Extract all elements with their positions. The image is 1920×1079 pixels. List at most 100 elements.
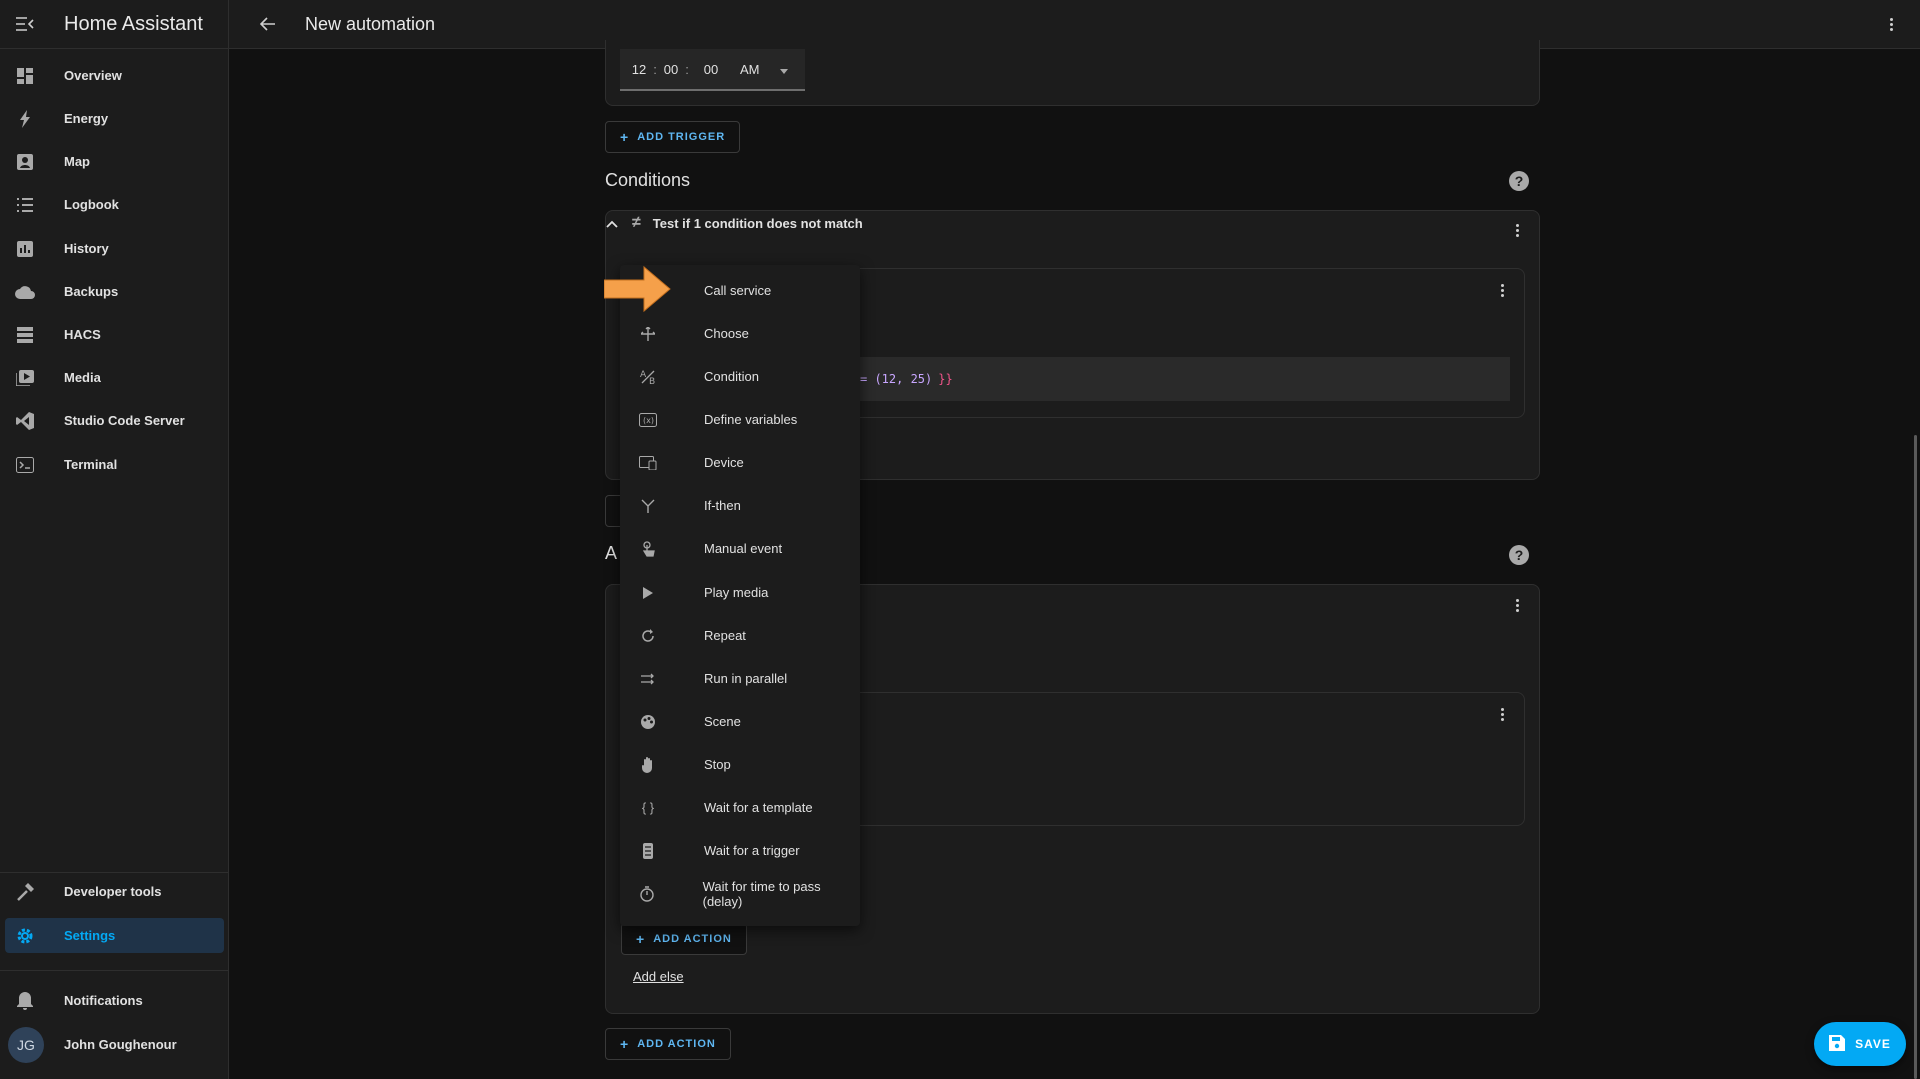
not-condition-label: Test if 1 condition does not match <box>652 215 863 231</box>
time-input[interactable]: 12 : 00 : 00 AM <box>620 49 805 91</box>
chevron-down-icon[interactable] <box>779 62 788 77</box>
menu-item-label: Condition <box>704 369 759 384</box>
menu-item-condition[interactable]: AB Condition <box>620 355 860 398</box>
cloud-icon <box>5 285 45 299</box>
nested-action-menu-icon[interactable] <box>1501 706 1505 723</box>
add-action-button[interactable]: + ADD ACTION <box>605 1028 731 1060</box>
menu-item-label: Device <box>704 455 744 470</box>
time-separator: : <box>685 61 689 77</box>
second-field[interactable]: 00 <box>700 62 722 77</box>
not-equal-icon: ≠ <box>632 214 641 231</box>
chevron-up-icon[interactable] <box>606 216 618 231</box>
terminal-icon <box>5 456 45 473</box>
sidebar-item-notifications[interactable]: Notifications <box>5 983 224 1018</box>
variables-icon: (x) <box>620 412 676 427</box>
if-then-icon <box>620 499 676 513</box>
manual-event-icon <box>620 540 676 557</box>
menu-item-wait-for-delay[interactable]: Wait for time to pass (delay) <box>620 872 860 915</box>
sidebar-item-developer-tools[interactable]: Developer tools <box>5 874 224 909</box>
menu-item-label: Run in parallel <box>704 671 788 686</box>
sidebar-item-user[interactable]: JG John Goughenour <box>5 1026 224 1063</box>
help-icon[interactable]: ? <box>1509 171 1529 191</box>
svg-text:B: B <box>649 377 655 385</box>
sidebar-item-backups[interactable]: Backups <box>5 274 224 309</box>
sidebar-item-studio-code-server[interactable]: Studio Code Server <box>5 403 224 438</box>
ampm-select[interactable]: AM <box>740 62 760 77</box>
sidebar: Home Assistant Overview Energy Map Logbo… <box>0 0 229 1079</box>
sidebar-item-label: Terminal <box>64 457 118 472</box>
add-trigger-button[interactable]: + ADD TRIGGER <box>605 121 741 153</box>
sidebar-header: Home Assistant <box>0 0 228 49</box>
menu-item-label: Scene <box>704 714 741 729</box>
conditions-heading: Conditions <box>605 170 691 190</box>
menu-item-scene[interactable]: Scene <box>620 700 860 743</box>
sidebar-item-terminal[interactable]: Terminal <box>5 447 224 482</box>
menu-item-play-media[interactable]: Play media <box>620 571 860 614</box>
map-icon <box>5 153 45 170</box>
sidebar-item-label: Backups <box>64 284 119 299</box>
sidebar-item-hacs[interactable]: HACS <box>5 317 224 352</box>
sidebar-item-settings[interactable]: Settings <box>5 918 224 953</box>
menu-item-if-then[interactable]: If-then <box>620 484 860 527</box>
sidebar-item-history[interactable]: History <box>5 231 224 266</box>
menu-item-label: If-then <box>704 498 741 513</box>
time-separator: : <box>653 61 657 77</box>
sidebar-item-label: Settings <box>64 928 116 943</box>
stop-hand-icon <box>620 756 676 773</box>
parallel-icon <box>620 673 676 685</box>
menu-item-run-in-parallel[interactable]: Run in parallel <box>620 657 860 700</box>
app-title: Home Assistant <box>64 12 203 35</box>
help-icon[interactable]: ? <box>1509 545 1529 565</box>
pointer-arrow-icon <box>604 265 671 313</box>
hour-field[interactable]: 12 <box>628 62 650 77</box>
sidebar-item-label: Energy <box>64 111 109 126</box>
menu-item-device[interactable]: Device <box>620 441 860 484</box>
action-type-menu: Call service Choose AB Condition (x) Def… <box>620 265 860 926</box>
plus-icon: + <box>636 931 646 947</box>
sidebar-item-label: Studio Code Server <box>64 413 185 428</box>
menu-item-label: Wait for a template <box>704 800 813 815</box>
menu-item-label: Define variables <box>704 412 798 427</box>
add-else-link[interactable]: Add else <box>633 969 684 984</box>
template-condition-menu-icon[interactable] <box>1501 282 1505 299</box>
back-arrow-icon[interactable] <box>253 17 283 31</box>
hammer-icon <box>5 882 45 901</box>
overflow-menu-icon[interactable] <box>1890 16 1894 33</box>
menu-item-wait-for-trigger[interactable]: Wait for a trigger <box>620 829 860 872</box>
menu-item-label: Call service <box>704 283 772 298</box>
minute-field[interactable]: 00 <box>660 62 682 77</box>
add-action-inner-button[interactable]: + ADD ACTION <box>621 923 747 955</box>
menu-item-wait-for-template[interactable]: { } Wait for a template <box>620 786 860 829</box>
menu-toggle-icon[interactable] <box>0 17 49 31</box>
menu-item-repeat[interactable]: Repeat <box>620 614 860 657</box>
menu-item-manual-event[interactable]: Manual event <box>620 527 860 570</box>
sidebar-item-media[interactable]: Media <box>5 360 224 395</box>
condition-menu-icon[interactable] <box>1516 222 1520 239</box>
menu-item-label: Stop <box>704 757 731 772</box>
menu-item-label: Choose <box>704 326 749 341</box>
not-condition-header[interactable]: ≠ Test if 1 condition does not match <box>606 214 863 232</box>
menu-item-define-variables[interactable]: (x) Define variables <box>620 398 860 441</box>
save-button[interactable]: SAVE <box>1814 1022 1906 1066</box>
sidebar-item-label: Overview <box>64 68 122 83</box>
menu-item-label: Manual event <box>704 541 783 556</box>
condition-icon: AB <box>620 369 676 385</box>
menu-item-choose[interactable]: Choose <box>620 312 860 355</box>
sidebar-item-map[interactable]: Map <box>5 144 224 179</box>
repeat-icon <box>620 628 676 643</box>
menu-item-label: Wait for time to pass (delay) <box>702 878 821 909</box>
menu-item-stop[interactable]: Stop <box>620 743 860 786</box>
save-label: SAVE <box>1855 1037 1891 1051</box>
overview-icon <box>5 67 45 84</box>
action-menu-icon[interactable] <box>1516 597 1520 614</box>
sidebar-item-label: Logbook <box>64 197 119 212</box>
sidebar-item-energy[interactable]: Energy <box>5 101 224 136</box>
history-icon <box>5 240 45 257</box>
device-icon <box>620 455 676 470</box>
scrollbar[interactable] <box>1914 435 1917 1079</box>
sidebar-item-overview[interactable]: Overview <box>5 58 224 93</box>
template-code-editor[interactable]: = (12, 25) }} <box>858 357 1510 401</box>
sidebar-divider <box>0 970 229 971</box>
sidebar-item-logbook[interactable]: Logbook <box>5 187 224 222</box>
template-code-text: = (12, 25) <box>860 372 933 386</box>
